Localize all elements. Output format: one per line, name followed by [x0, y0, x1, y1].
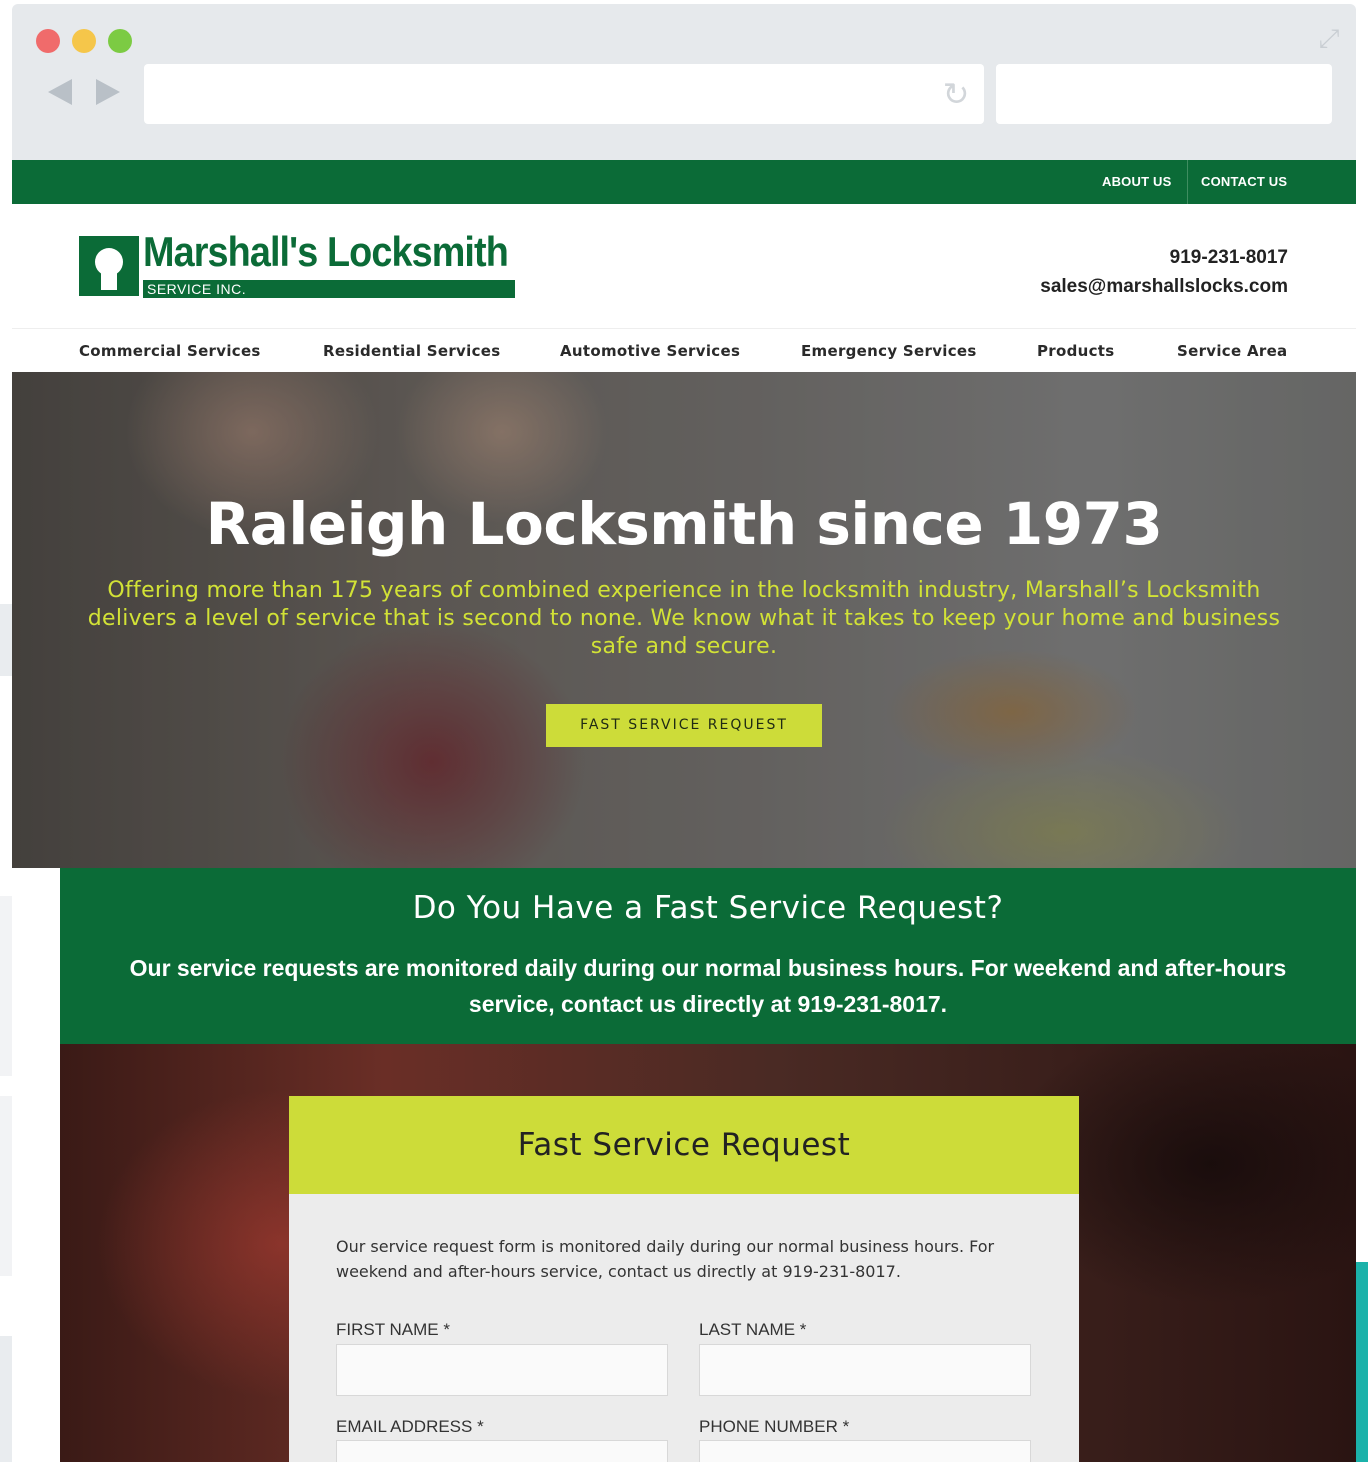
- close-window-icon[interactable]: [36, 29, 60, 53]
- website-viewport: ABOUT US CONTACT US Marshall's Locksmith…: [12, 160, 1356, 1462]
- back-arrow-icon[interactable]: [48, 79, 72, 105]
- keyhole-icon: [79, 236, 139, 296]
- nav-commercial-services[interactable]: Commercial Services: [79, 329, 261, 373]
- site-logo[interactable]: Marshall's Locksmith SERVICE INC.: [79, 228, 515, 298]
- nav-emergency-services[interactable]: Emergency Services: [801, 329, 977, 373]
- contact-us-link[interactable]: CONTACT US: [1201, 160, 1287, 204]
- hero-section: Raleigh Locksmith since 1973 Offering mo…: [12, 372, 1356, 868]
- form-section: Fast Service Request Our service request…: [60, 1044, 1356, 1462]
- hero-description: Offering more than 175 years of combined…: [87, 578, 1281, 659]
- logo-subtitle: SERVICE INC.: [143, 280, 515, 298]
- fullscreen-icon[interactable]: ⤢: [1314, 24, 1344, 54]
- site-header: Marshall's Locksmith SERVICE INC. 919-23…: [12, 204, 1356, 328]
- about-us-link[interactable]: ABOUT US: [1102, 160, 1172, 204]
- nav-residential-services[interactable]: Residential Services: [323, 329, 500, 373]
- phone-input[interactable]: [699, 1440, 1031, 1462]
- main-navigation: Commercial Services Residential Services…: [12, 328, 1356, 372]
- address-bar[interactable]: ↻: [144, 64, 984, 124]
- minimize-window-icon[interactable]: [72, 29, 96, 53]
- phone-label: PHONE NUMBER *: [699, 1417, 850, 1436]
- maximize-window-icon[interactable]: [108, 29, 132, 53]
- service-request-form: Fast Service Request Our service request…: [289, 1096, 1079, 1462]
- forward-arrow-icon[interactable]: [96, 79, 120, 105]
- header-phone[interactable]: 919-231-8017: [1040, 244, 1288, 272]
- fast-request-banner: Do You Have a Fast Service Request? Our …: [60, 868, 1356, 1044]
- reload-icon[interactable]: ↻: [938, 76, 974, 112]
- nav-service-area[interactable]: Service Area: [1177, 329, 1287, 373]
- email-label: EMAIL ADDRESS *: [336, 1417, 484, 1436]
- banner-text: Our service requests are monitored daily…: [129, 955, 1287, 1017]
- nav-automotive-services[interactable]: Automotive Services: [560, 329, 740, 373]
- email-input[interactable]: [336, 1440, 668, 1462]
- header-contact: 919-231-8017 sales@marshallslocks.com: [1040, 244, 1288, 302]
- banner-title: Do You Have a Fast Service Request?: [412, 890, 1004, 926]
- first-name-label: FIRST NAME *: [336, 1320, 450, 1339]
- utility-divider: [1187, 160, 1188, 204]
- browser-search-bar[interactable]: [996, 64, 1332, 124]
- hero-title: Raleigh Locksmith since 1973: [205, 490, 1163, 558]
- last-name-label: LAST NAME *: [699, 1320, 807, 1339]
- nav-products[interactable]: Products: [1037, 329, 1115, 373]
- first-name-input[interactable]: [336, 1344, 668, 1396]
- form-intro: Our service request form is monitored da…: [336, 1237, 995, 1281]
- logo-wordmark: Marshall's Locksmith: [143, 228, 509, 275]
- browser-chrome: ↻ ⤢: [12, 4, 1356, 160]
- form-title: Fast Service Request: [289, 1096, 1079, 1194]
- last-name-input[interactable]: [699, 1344, 1031, 1396]
- utility-bar: ABOUT US CONTACT US: [12, 160, 1356, 204]
- header-email[interactable]: sales@marshallslocks.com: [1040, 272, 1288, 302]
- background-accent: [1356, 1262, 1368, 1462]
- fast-service-request-button[interactable]: FAST SERVICE REQUEST: [546, 704, 822, 747]
